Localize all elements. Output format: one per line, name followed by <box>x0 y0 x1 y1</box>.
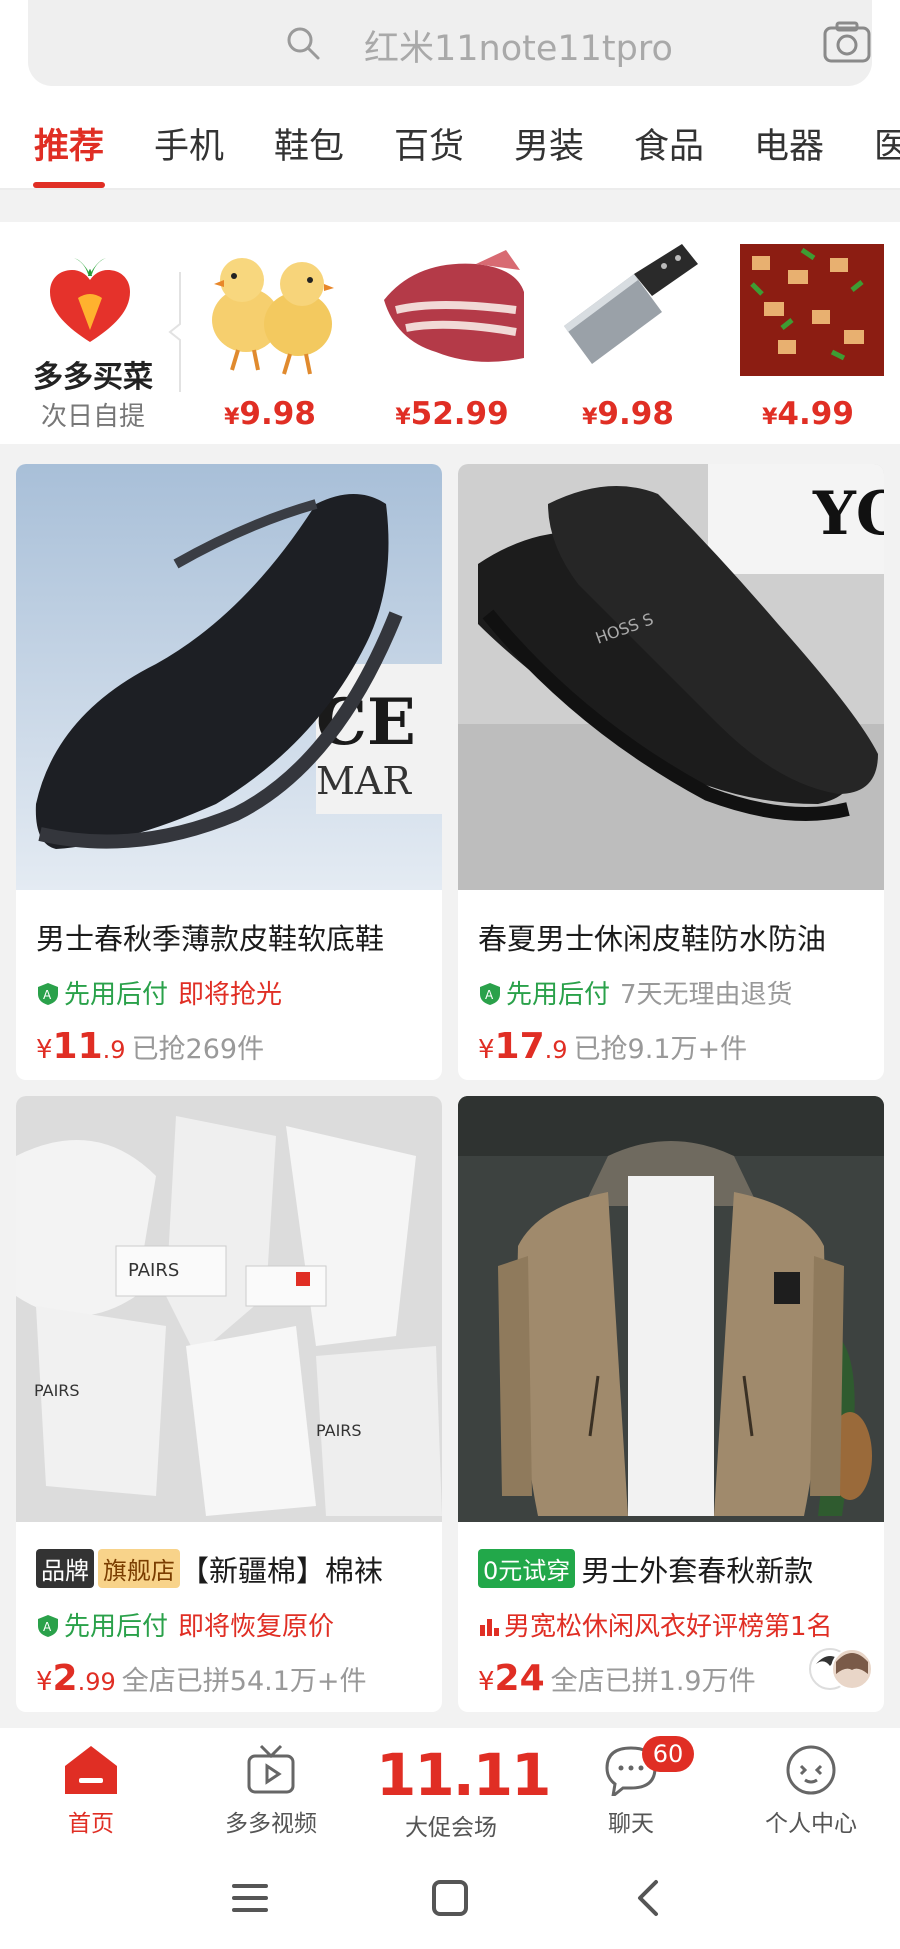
nav-profile-label: 个人中心 <box>765 1811 857 1837</box>
product-image-jacket <box>458 1096 884 1522</box>
grocery-item[interactable]: ¥9.98 <box>190 240 350 440</box>
category-tabs: 推荐 手机 鞋包 百货 男装 食品 电器 医 <box>0 110 900 190</box>
svg-text:PAIRS: PAIRS <box>316 1421 362 1440</box>
pay-later-shield-icon: A <box>38 983 58 1005</box>
nav-home[interactable]: 首页 <box>16 1744 166 1848</box>
camera-icon[interactable] <box>822 20 872 64</box>
product-card[interactable]: 0元试穿 男士外套春秋新款 男宽松休闲风衣好评榜第1名 ¥24 全店已拼1.9万件 <box>458 1096 884 1712</box>
grocery-title: 多多买菜 <box>33 360 153 395</box>
pay-later-shield-icon: A <box>480 983 500 1005</box>
search-bar[interactable]: 红米11note11tpro <box>28 0 872 86</box>
grocery-strip[interactable]: 多多买菜 次日自提 ¥9.98 ¥52.99 ¥9.98 ¥4.99 <box>0 222 900 444</box>
cleaver-knife-image <box>564 244 698 364</box>
nav-home-label: 首页 <box>68 1811 114 1837</box>
top-bar: 红米11note11tpro 推荐 手机 鞋包 百货 男装 食品 电器 医 <box>0 0 900 190</box>
product-title: 0元试穿 男士外套春秋新款 <box>478 1548 874 1590</box>
product-card[interactable]: CE MAR 男士春秋季薄款皮鞋软底鞋 A 先用后付 即将抢光 ¥11.9 已抢269… <box>16 464 442 1080</box>
chicks-image <box>212 258 334 375</box>
search-placeholder[interactable]: 红米11note11tpro <box>364 20 673 71</box>
nav-profile[interactable]: 个人中心 <box>736 1744 886 1848</box>
product-title: 男士春秋季薄款皮鞋软底鞋 <box>36 922 385 956</box>
svg-text:A: A <box>43 1620 52 1634</box>
product-meta: A 先用后付 即将抢光 <box>36 974 432 1011</box>
product-image-socks: PAIRS PAIRS PAIRS <box>16 1096 442 1522</box>
system-nav-bar <box>0 1848 900 1949</box>
product-meta: A 先用后付 7天无理由退货 <box>478 974 874 1011</box>
brand-badge: 品牌 <box>36 1549 94 1588</box>
tab-menswear[interactable]: 男装 <box>514 118 584 169</box>
product-title: 春夏男士休闲皮鞋防水防油 <box>478 922 827 956</box>
nav-video[interactable]: 多多视频 <box>196 1744 346 1848</box>
lamb-ribs-image <box>384 250 524 362</box>
pay-later-shield-icon: A <box>38 1615 58 1637</box>
video-icon <box>247 1744 295 1794</box>
promo-1111-logo: 11.11 <box>376 1741 551 1809</box>
product-price: ¥2.99 全店已拼54.1万+件 <box>36 1658 367 1699</box>
free-trial-badge: 0元试穿 <box>478 1549 576 1588</box>
grocery-price: ¥52.99 <box>395 396 509 432</box>
grocery-price: ¥9.98 <box>224 396 316 432</box>
product-image-loafer: CE MAR <box>16 464 442 890</box>
product-card[interactable]: PAIRS PAIRS PAIRS 品牌 旗舰店 【新疆棉】棉袜 A 先用后付 即将恢复… <box>16 1096 442 1712</box>
bottom-nav: 首页 多多视频 11.11 大促会场 60 聊天 个人中心 <box>0 1728 900 1848</box>
spicy-dish-image <box>740 244 884 376</box>
tab-phones[interactable]: 手机 <box>154 118 224 169</box>
tab-recommend[interactable]: 推荐 <box>34 118 104 169</box>
product-price: ¥17.9 已抢9.1万+件 <box>478 1026 748 1067</box>
grocery-price: ¥9.98 <box>582 396 674 432</box>
svg-text:A: A <box>485 988 494 1002</box>
back-icon[interactable] <box>630 1878 670 1918</box>
svg-text:PAIRS: PAIRS <box>128 1260 179 1281</box>
active-tab-indicator <box>33 182 105 188</box>
tab-food[interactable]: 食品 <box>634 118 704 169</box>
search-icon <box>287 27 320 60</box>
grocery-item[interactable]: ¥52.99 <box>372 240 532 440</box>
flagship-badge: 旗舰店 <box>98 1549 180 1588</box>
svg-text:MAR: MAR <box>316 759 412 803</box>
product-card[interactable]: YO HOSS S 春夏男士休闲皮鞋防水防油 A 先用后付 7天无理由退货 ¥17.… <box>458 464 884 1080</box>
grocery-logo-icon <box>50 258 130 342</box>
home-square-icon[interactable] <box>430 1878 470 1918</box>
nav-video-label: 多多视频 <box>225 1811 317 1837</box>
product-title: 品牌 旗舰店 【新疆棉】棉袜 <box>36 1548 432 1590</box>
tab-shoes-bags[interactable]: 鞋包 <box>274 118 344 169</box>
tab-general[interactable]: 百货 <box>394 118 464 169</box>
profile-face-icon <box>786 1745 836 1795</box>
grocery-subtitle: 次日自提 <box>40 402 145 432</box>
ranking-bars-icon <box>480 1619 499 1636</box>
tab-appliances[interactable]: 电器 <box>754 118 824 169</box>
svg-text:A: A <box>43 988 52 1002</box>
nav-chat-label: 聊天 <box>608 1811 654 1837</box>
product-image-slip-on: YO HOSS S <box>458 464 884 890</box>
nav-promo[interactable]: 11.11 大促会场 <box>376 1741 551 1848</box>
tab-medicine[interactable]: 医 <box>874 118 900 169</box>
grocery-item[interactable]: ¥4.99 <box>728 240 888 440</box>
buyer-avatars-icon <box>809 1648 873 1690</box>
nav-promo-label: 大促会场 <box>405 1815 497 1841</box>
svg-text:YO: YO <box>812 479 884 549</box>
product-meta: A 先用后付 即将恢复原价 <box>36 1606 432 1643</box>
product-price: ¥24 全店已拼1.9万件 <box>478 1658 756 1699</box>
grocery-item[interactable]: ¥9.98 <box>548 240 708 440</box>
product-price: ¥11.9 已抢269件 <box>36 1026 265 1067</box>
chevron-left-icon <box>168 272 181 392</box>
menu-icon[interactable] <box>230 1878 270 1918</box>
grocery-price: ¥4.99 <box>762 396 854 432</box>
nav-chat[interactable]: 60 聊天 <box>556 1736 706 1848</box>
svg-text:PAIRS: PAIRS <box>34 1381 80 1400</box>
product-meta: 男宽松休闲风衣好评榜第1名 <box>478 1606 874 1643</box>
home-icon <box>65 1746 117 1794</box>
chat-unread-badge: 60 <box>642 1736 694 1772</box>
